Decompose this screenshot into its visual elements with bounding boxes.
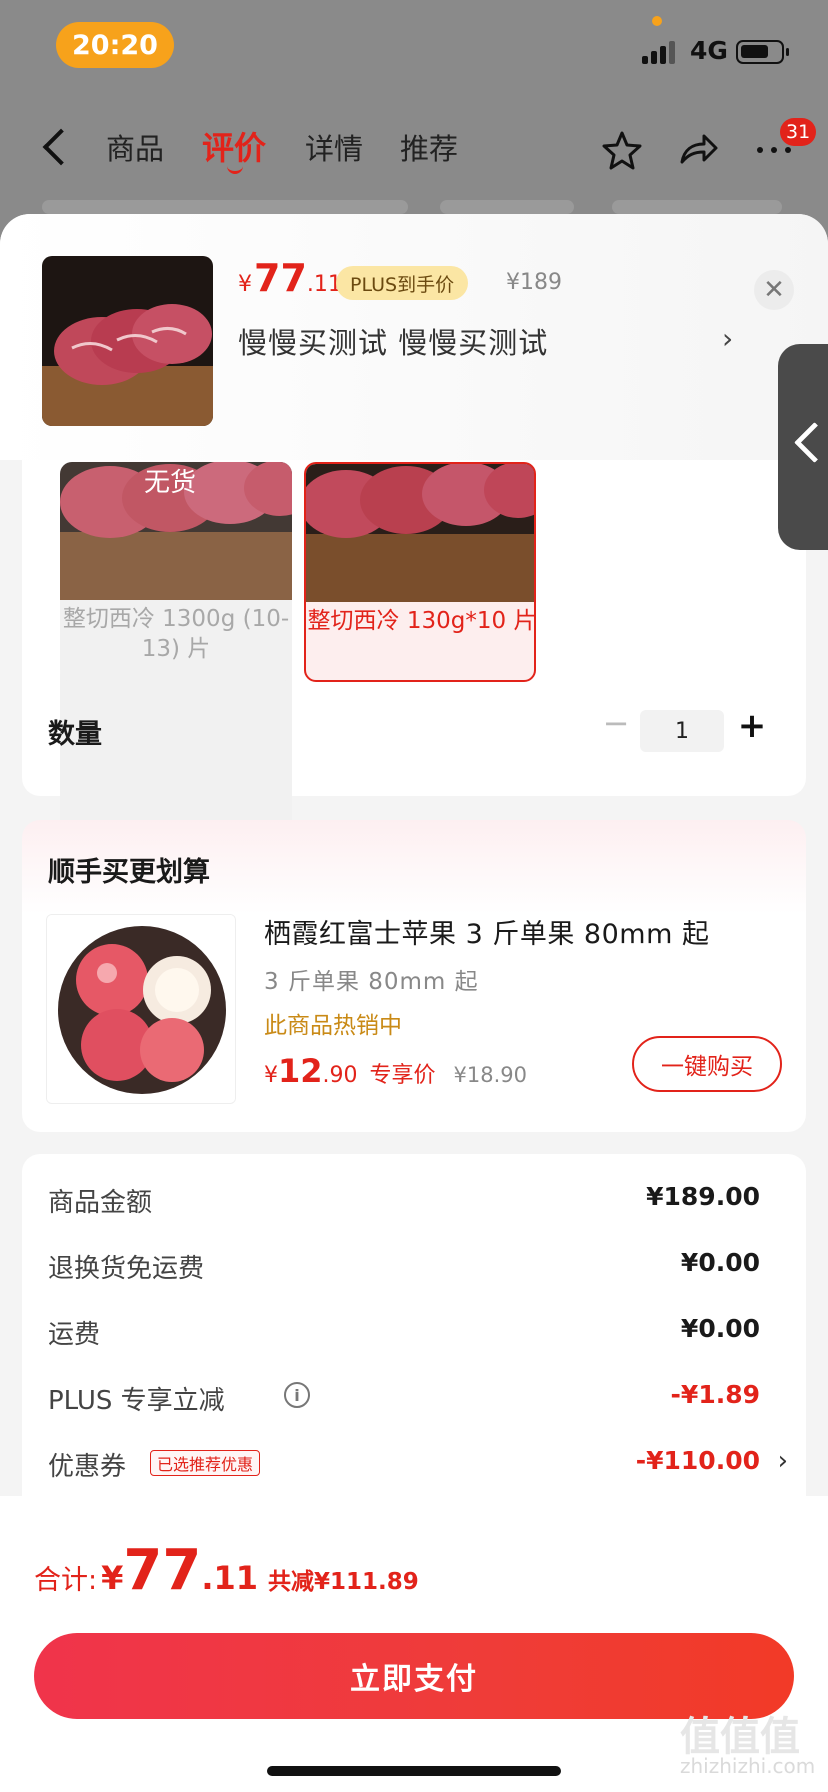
fee-row-plus-discount: PLUS 专享立减 i -¥1.89 (48, 1380, 760, 1416)
tab-recommend[interactable]: 推荐 (400, 126, 458, 168)
header-price: ¥ 77 .11 (238, 256, 342, 300)
spec-option-130g[interactable]: 整切西冷 130g*10 片 (304, 462, 536, 682)
notification-badge: 31 (780, 118, 817, 146)
out-of-stock-label: 无货 (144, 468, 197, 498)
battery-icon (736, 40, 789, 64)
quantity-decrement-button[interactable]: − (598, 704, 634, 744)
status-bar: 20:20 4G (0, 0, 828, 96)
quantity-label: 数量 (48, 719, 102, 750)
network-type: 4G (690, 36, 728, 65)
recommend-product-image[interactable] (46, 914, 236, 1104)
spec-option-label: 整切西冷 1300g (10-13) 片 (62, 606, 290, 662)
fee-row-return-shipping: 退换货免运费 ¥0.00 (48, 1248, 760, 1284)
status-time: 20:20 (56, 22, 174, 68)
sheet-header: ¥ 77 .11 PLUS到手价 ¥189 慢慢买测试 慢慢买测试 › ✕ (0, 214, 828, 460)
signal-icon (642, 40, 678, 64)
top-nav: 商品 评价 详情 推荐 31 (0, 110, 828, 186)
checkout-bar: 合计: ¥ 77 .11 共减¥111.89 立即支付 值值值 zhizhizh… (0, 1496, 828, 1792)
back-icon[interactable] (36, 124, 76, 172)
chevron-right-icon[interactable]: › (778, 1446, 788, 1476)
quantity-input[interactable] (640, 710, 724, 752)
recommend-hot-label: 此商品热销中 (264, 1013, 402, 1039)
tab-details[interactable]: 详情 (305, 126, 363, 168)
fee-row-shipping: 运费 ¥0.00 (48, 1314, 760, 1350)
selected-spec-text[interactable]: 慢慢买测试 慢慢买测试 (238, 320, 548, 362)
quantity-increment-button[interactable]: + (734, 706, 770, 750)
close-button[interactable]: ✕ (754, 270, 794, 310)
recommend-card: 顺手买更划算 栖霞红富士苹果 3 斤单果 80mm 起 3 斤单果 80mm 起… (22, 820, 806, 1132)
spec-option-label: 整切西冷 130g*10 片 (307, 608, 536, 634)
background-block (612, 200, 782, 214)
privacy-indicator-dot (652, 16, 662, 26)
purchase-sheet: ¥ 77 .11 PLUS到手价 ¥189 慢慢买测试 慢慢买测试 › ✕ 无货… (0, 214, 828, 1792)
one-click-buy-button[interactable]: 一键购买 (632, 1036, 782, 1092)
watermark-logo: 值值值 zhizhizhi.com (680, 1714, 816, 1778)
recommend-product-name[interactable]: 栖霞红富士苹果 3 斤单果 80mm 起 (264, 912, 709, 951)
fee-summary-card: 商品金额 ¥189.00 退换货免运费 ¥0.00 运费 ¥0.00 PLUS 专享立… (22, 1154, 806, 1514)
home-indicator (267, 1766, 561, 1776)
recommend-product-spec: 3 斤单果 80mm 起 (264, 969, 479, 995)
fee-row-goods: 商品金额 ¥189.00 (48, 1182, 760, 1218)
recommend-title: 顺手买更划算 (48, 857, 210, 888)
original-price: ¥189 (506, 270, 562, 295)
tab-product[interactable]: 商品 (106, 126, 164, 168)
coupon-tag: 已选推荐优惠 (150, 1450, 261, 1476)
share-icon[interactable] (676, 128, 720, 172)
star-icon[interactable] (600, 128, 644, 172)
recommend-old-price: ¥18.90 (453, 1063, 528, 1087)
spec-option-1300g[interactable]: 无货 整切西冷 1300g (10-13) 片 (60, 462, 292, 682)
background-block (440, 200, 574, 214)
chevron-right-icon[interactable]: › (722, 322, 733, 355)
total-amount: 合计: ¥ 77 .11 共减¥111.89 (34, 1538, 419, 1603)
info-icon[interactable]: i (284, 1382, 310, 1408)
product-thumbnail (42, 256, 213, 426)
tab-reviews[interactable]: 评价 (202, 123, 266, 169)
exclusive-price-label: 专享价 (369, 1063, 436, 1088)
recommend-price: ¥ 12 .90 专享价 ¥18.90 (264, 1052, 528, 1090)
fee-row-coupon[interactable]: 优惠券 已选推荐优惠 -¥110.00 › (48, 1446, 788, 1486)
spec-option-image (306, 464, 534, 602)
side-drawer-handle[interactable] (778, 344, 828, 550)
active-tab-indicator (227, 166, 243, 174)
plus-price-tag: PLUS到手价 (336, 266, 469, 300)
total-savings: 共减¥111.89 (268, 1569, 419, 1595)
background-block (42, 200, 408, 214)
